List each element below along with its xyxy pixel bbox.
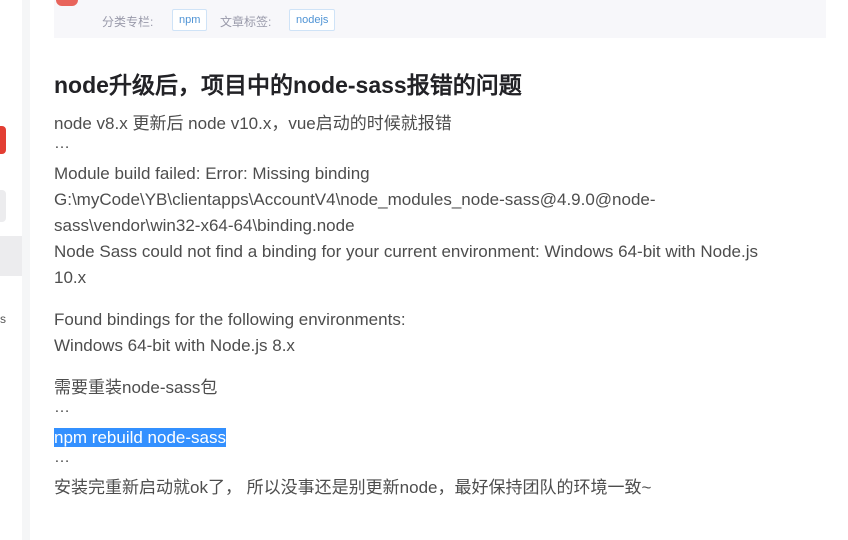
article-tag-nodejs[interactable]: nodejs <box>289 9 336 31</box>
top-red-mark <box>56 0 78 6</box>
content-line: node v8.x 更新后 node v10.x，vue启动的时候就报错 <box>54 114 452 133</box>
content-ellipsis: … <box>54 449 70 466</box>
content-line: Node Sass could not find a binding for y… <box>54 242 758 261</box>
sidebar-partial-text: s <box>0 312 6 326</box>
article-content: node v8.x 更新后 node v10.x，vue启动的时候就报错 … M… <box>54 111 814 501</box>
article-tag-bar: 分类专栏: npm 文章标签: nodejs <box>54 0 826 38</box>
sidebar-item-selected[interactable] <box>0 236 22 276</box>
content-ellipsis: … <box>54 399 70 416</box>
content-ellipsis: … <box>54 135 70 152</box>
content-line: Found bindings for the following environ… <box>54 310 406 329</box>
tag-label: 文章标签: <box>220 15 272 29</box>
category-label: 分类专栏: <box>102 15 154 29</box>
content-line: sass\vendor\win32-x64-64\binding.node <box>54 216 355 235</box>
category-tag-npm[interactable]: npm <box>172 9 208 31</box>
content-line: 安装完重新启动就ok了， 所以没事还是别更新node，最好保持团队的环境一致~ <box>54 478 652 497</box>
left-sidebar: s <box>0 0 22 540</box>
sidebar-box[interactable] <box>0 190 6 222</box>
content-line: Module build failed: Error: Missing bind… <box>54 164 370 183</box>
selected-command[interactable]: npm rebuild node-sass <box>54 428 226 447</box>
content-line: G:\myCode\YB\clientapps\AccountV4\node_m… <box>54 190 656 209</box>
sidebar-red-button[interactable] <box>0 126 6 154</box>
content-line: Windows 64-bit with Node.js 8.x <box>54 336 295 355</box>
article-title: node升级后，项目中的node-sass报错的问题 <box>54 72 522 98</box>
content-line: 10.x <box>54 268 87 287</box>
content-line: 需要重装node-sass包 <box>54 378 218 397</box>
article-container: 分类专栏: npm 文章标签: nodejs node升级后，项目中的node-… <box>30 0 848 540</box>
